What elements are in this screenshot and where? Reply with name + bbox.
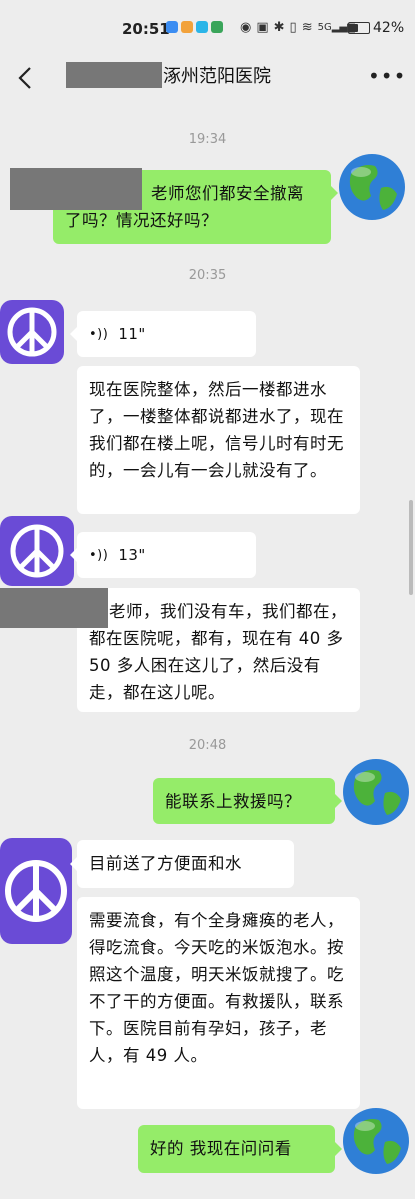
message-bubble-sent[interactable]: 好的 我现在问问看 <box>138 1125 335 1173</box>
app-notification-icon <box>166 21 178 33</box>
status-bar: 20:51 ◉ ▣ ✱ ▯ ≋ 5G▂▄▆ 42% <box>0 0 415 56</box>
notification-icons <box>166 21 223 33</box>
voice-duration: 13" <box>118 546 146 564</box>
wifi-icon: ≋ <box>301 20 313 35</box>
app-notification-icon <box>211 21 223 33</box>
bubble-tail <box>70 857 77 871</box>
timestamp: 20:35 <box>188 268 227 283</box>
redacted-name <box>0 588 108 628</box>
status-time: 20:51 <box>122 20 170 38</box>
redacted-contact-name <box>66 62 162 88</box>
bubble-tail <box>335 1142 342 1156</box>
message-text: 老师，我们没有车，我们都在，都在医院呢，都有，现在有 40 多 50 多人困在这… <box>89 602 347 702</box>
message-text: 目前送了方便面和水 <box>89 854 242 873</box>
bubble-tail <box>70 548 77 562</box>
voice-message[interactable]: •)) 11" <box>77 311 256 357</box>
chat-header: 涿州范阳医院 ••• <box>0 56 415 102</box>
scrollbar[interactable] <box>409 500 413 595</box>
voice-wave-icon: •)) <box>89 548 109 563</box>
voice-duration: 11" <box>118 325 146 343</box>
peace-sign-icon[interactable] <box>0 300 64 364</box>
message-bubble-received[interactable]: 需要流食，有个全身瘫痪的老人，得吃流食。今天吃的米饭泡水。按照这个温度，明天米饭… <box>77 897 360 1109</box>
battery-icon <box>348 22 370 34</box>
app-notification-icon <box>181 21 193 33</box>
nfc-icon: ▣ <box>256 20 269 35</box>
battery-percent: 42% <box>373 20 405 36</box>
message-text: 能联系上救援吗？ <box>165 792 301 811</box>
voice-message[interactable]: •)) 13" <box>77 532 256 578</box>
system-icons: ◉ ▣ ✱ ▯ ≋ 5G▂▄▆ <box>240 20 355 35</box>
app-notification-icon <box>196 21 208 33</box>
chat-title: 涿州范阳医院 <box>163 66 271 87</box>
earth-icon[interactable] <box>341 757 411 827</box>
eye-icon: ◉ <box>240 20 252 35</box>
message-bubble-sent[interactable]: 能联系上救援吗？ <box>153 778 335 824</box>
message-text: 需要流食，有个全身瘫痪的老人，得吃流食。今天吃的米饭泡水。按照这个温度，明天米饭… <box>89 911 344 1065</box>
peace-sign-icon[interactable] <box>0 516 74 586</box>
bubble-tail <box>335 794 342 808</box>
bubble-tail <box>331 186 338 200</box>
voice-wave-icon: •)) <box>89 327 109 342</box>
message-bubble-received[interactable]: 老师，我们没有车，我们都在，都在医院呢，都有，现在有 40 多 50 多人困在这… <box>77 588 360 712</box>
more-icon[interactable]: ••• <box>368 64 406 88</box>
timestamp: 20:48 <box>188 738 227 753</box>
bluetooth-icon: ✱ <box>273 20 285 35</box>
back-arrow-icon[interactable] <box>14 64 38 92</box>
message-bubble-received[interactable]: 现在医院整体，然后一楼都进水了，一楼整体都说都进水了，现在我们都在楼上呢，信号儿… <box>77 366 360 514</box>
redacted-name <box>10 168 142 210</box>
message-text: 现在医院整体，然后一楼都进水了，一楼整体都说都进水了，现在我们都在楼上呢，信号儿… <box>89 380 344 480</box>
peace-sign-icon[interactable] <box>0 838 72 944</box>
earth-icon[interactable] <box>341 1106 411 1176</box>
message-bubble-received[interactable]: 目前送了方便面和水 <box>77 840 294 888</box>
vibrate-icon: ▯ <box>289 20 297 35</box>
message-text: 好的 我现在问问看 <box>150 1139 292 1158</box>
timestamp: 19:34 <box>188 132 227 147</box>
bubble-tail <box>70 327 77 341</box>
earth-icon[interactable] <box>337 152 407 222</box>
